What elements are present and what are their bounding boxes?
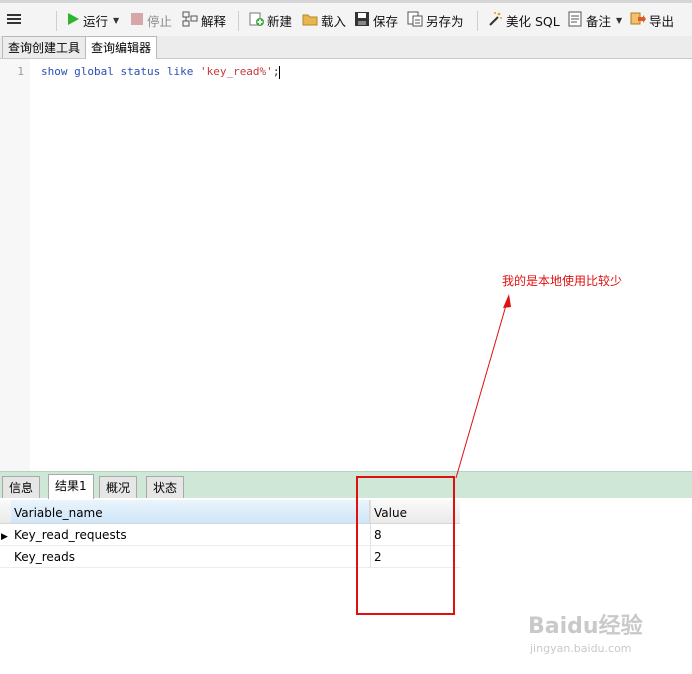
watermark-url: jingyan.baidu.com (530, 642, 632, 655)
annotation-arrow (455, 294, 511, 479)
baidu-watermark: Baidu经验 jingyan.baidu.com (528, 608, 643, 655)
watermark-logo: Baidu经验 (528, 614, 643, 639)
